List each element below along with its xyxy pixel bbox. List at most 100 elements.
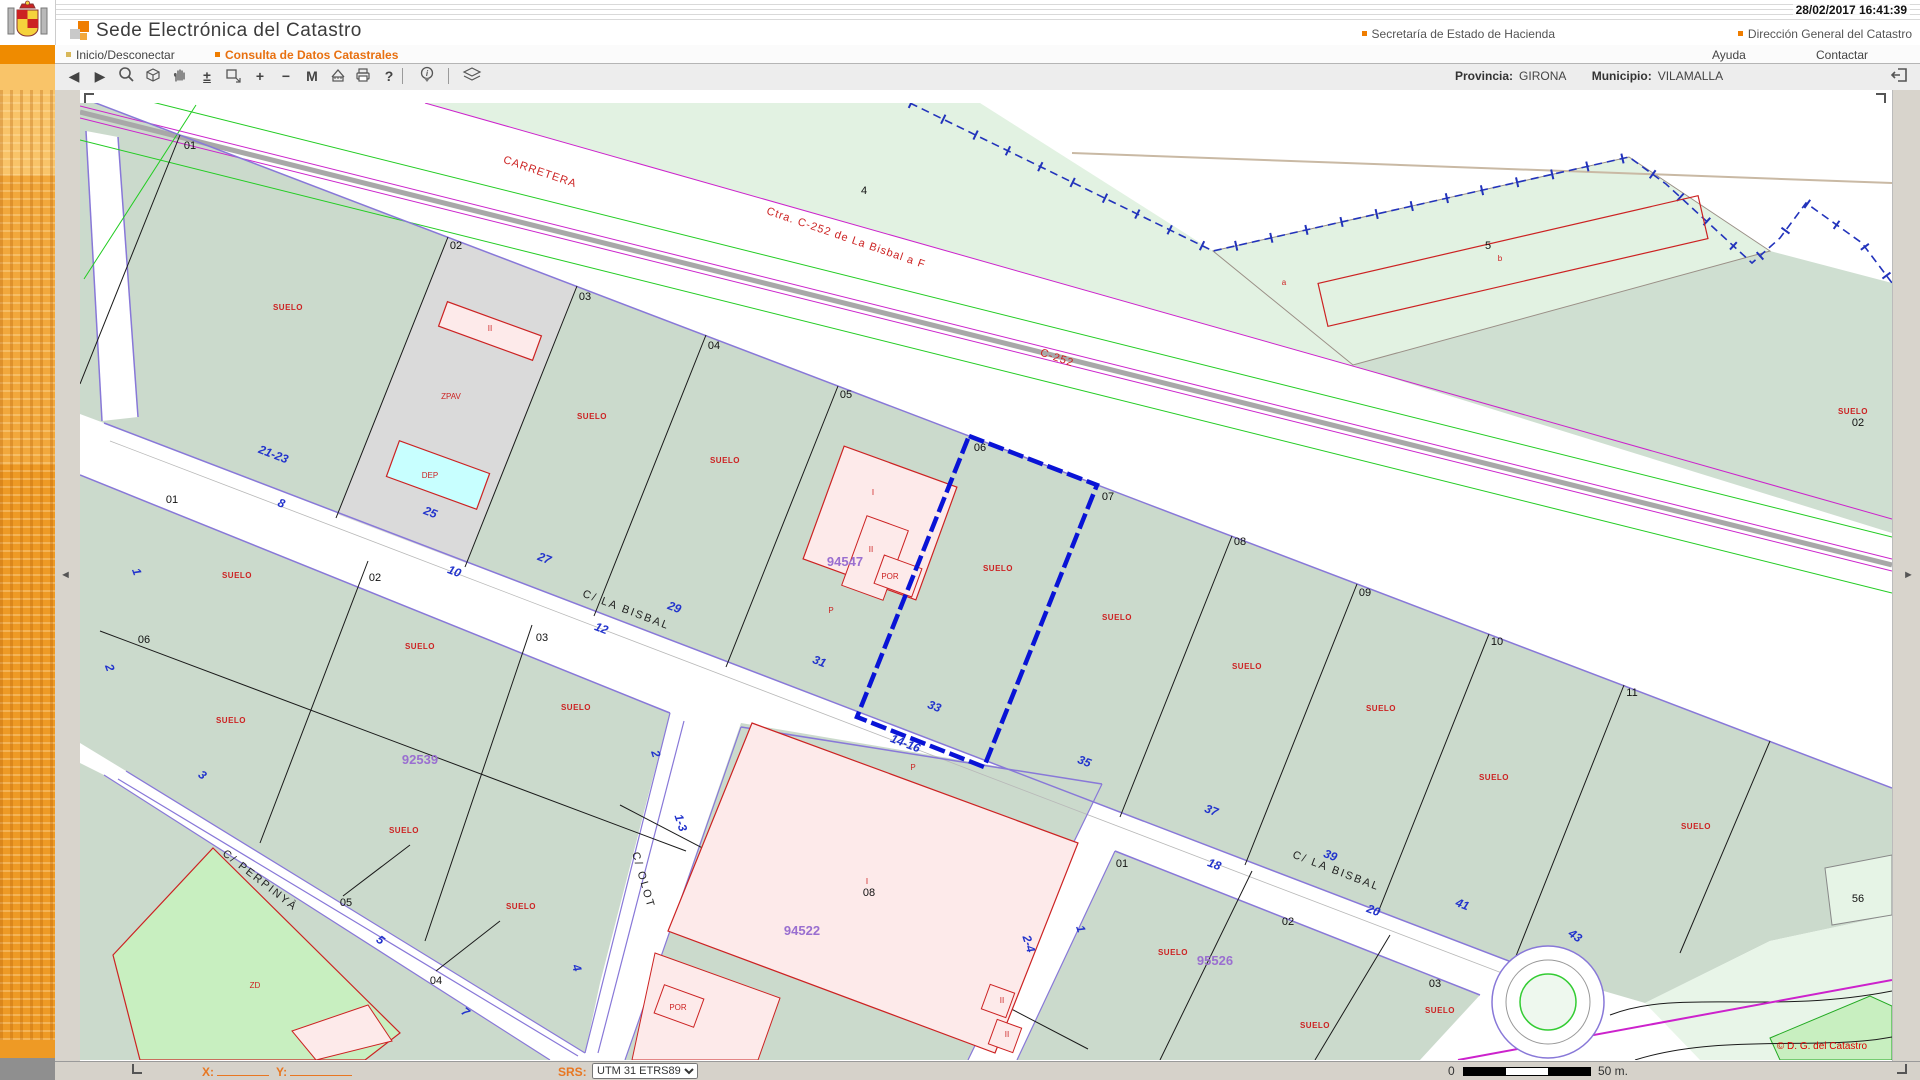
header-stripes	[0, 0, 1920, 22]
zoom-out-button[interactable]: −	[274, 66, 298, 87]
scalebar-max: 50 m.	[1598, 1064, 1628, 1078]
map-label: SUELO	[1838, 407, 1868, 416]
map-label: 04	[708, 340, 720, 352]
y-value-blank	[290, 1065, 352, 1076]
map-label: 01	[1116, 858, 1128, 870]
map-label: 8	[276, 496, 288, 512]
map-label: 56	[1852, 893, 1864, 905]
map-label: C/ OLOT	[629, 851, 657, 910]
measure-icon[interactable]	[326, 66, 350, 87]
map-label: 01	[184, 140, 196, 152]
map-label: SUELO	[506, 902, 536, 911]
zoom-scale-button[interactable]: ±	[195, 66, 219, 87]
srs-label: SRS:	[558, 1065, 587, 1079]
x-value-blank	[217, 1065, 269, 1076]
map-label: SUELO	[1425, 1006, 1455, 1015]
print-icon[interactable]	[351, 66, 375, 87]
map-label: SUELO	[273, 303, 303, 312]
pan-box-icon[interactable]	[141, 66, 165, 87]
layers-icon[interactable]	[460, 66, 484, 87]
toolbar-separator	[402, 68, 403, 84]
menu-consulta-datos[interactable]: Consulta de Datos Catastrales	[215, 48, 398, 62]
menu-contactar[interactable]: Contactar	[1816, 48, 1868, 62]
full-map-button[interactable]: M	[300, 66, 324, 87]
provincia-value: GIRONA	[1519, 69, 1566, 83]
map-label: SUELO	[222, 571, 252, 580]
map-label: 08	[1234, 536, 1246, 548]
bullet-icon	[1362, 31, 1367, 36]
map-label: 92539	[402, 752, 438, 767]
map-label: 08	[863, 887, 875, 899]
back-button[interactable]: ◀	[62, 66, 86, 87]
zoom-window-icon[interactable]	[221, 66, 245, 87]
scalebar	[1463, 1067, 1591, 1076]
map-label: POR	[881, 572, 899, 581]
map-label: POR	[669, 1003, 687, 1012]
map-label: 07	[1102, 491, 1114, 503]
map-label: SUELO	[1300, 1021, 1330, 1030]
zoom-in-button[interactable]: +	[248, 66, 272, 87]
bullet-icon	[66, 52, 71, 57]
map-label: II	[488, 324, 492, 333]
map-label: II	[1005, 1030, 1009, 1039]
menu-ayuda[interactable]: Ayuda	[1712, 48, 1746, 62]
bullet-icon	[215, 52, 220, 57]
exit-icon[interactable]	[1890, 67, 1908, 88]
map-label: DEP	[422, 471, 438, 480]
sidebar-image	[0, 45, 55, 1080]
map-label: SUELO	[1479, 773, 1509, 782]
map-label: 03	[536, 632, 548, 644]
coord-x: X: Y:	[202, 1065, 352, 1079]
map-label: 02	[1852, 417, 1864, 429]
catastro-viewer-window: 28/02/2017 16:41:39 Sede Electrónica del…	[0, 0, 1920, 1080]
map-label: SUELO	[216, 716, 246, 725]
map-label: 04	[430, 975, 442, 987]
map-label: 18	[1206, 855, 1224, 873]
map-label: SUELO	[577, 412, 607, 421]
map-label: P	[910, 763, 915, 772]
map-label: 02	[369, 572, 381, 584]
map-label: SUELO	[710, 456, 740, 465]
link-secretaria-hacienda[interactable]: Secretaría de Estado de Hacienda	[1362, 27, 1555, 41]
map-corner-mark	[1876, 93, 1886, 103]
municipio-value: VILAMALLA	[1658, 69, 1723, 83]
map-label: 1-3	[671, 812, 690, 833]
map-label: 5	[1485, 240, 1491, 252]
search-icon[interactable]	[114, 66, 138, 87]
map-label: SUELO	[1158, 948, 1188, 957]
map-label: SUELO	[1232, 662, 1262, 671]
map-label: 94547	[827, 554, 863, 569]
map-label: ZD	[250, 981, 261, 990]
pan-hand-icon[interactable]	[168, 66, 192, 87]
map-label: ZPAV	[441, 392, 461, 401]
map-label: SUELO	[1681, 822, 1711, 831]
map-label: P	[828, 606, 833, 615]
map-corner-mark	[84, 93, 94, 103]
link-dgc[interactable]: Dirección General del Catastro	[1738, 27, 1912, 41]
municipio-label: Municipio:	[1592, 69, 1652, 83]
map-label: © D. G. del Catastro	[1777, 1041, 1868, 1052]
map-corner-mark	[132, 1064, 142, 1074]
map-label: 05	[840, 389, 852, 401]
forward-button[interactable]: ▶	[88, 66, 112, 87]
map-label: SUELO	[389, 826, 419, 835]
pan-right-chevron[interactable]: ►	[1903, 570, 1914, 580]
map-label: 10	[446, 562, 464, 580]
help-button[interactable]: ?	[377, 66, 401, 87]
map-label: SUELO	[405, 642, 435, 651]
map-label: 03	[579, 291, 591, 303]
menu-inicio-desconectar[interactable]: Inicio/Desconectar	[66, 48, 175, 62]
map-label: 12	[593, 619, 611, 637]
info-point-icon[interactable]: i	[415, 66, 439, 87]
map-canvas[interactable]: CARRETERACtra. C-252 de La Bisbal a FC-2…	[80, 90, 1892, 1061]
sec-logo-icon	[70, 21, 94, 43]
map-label: 09	[1359, 587, 1371, 599]
map-label: II	[869, 545, 873, 554]
map-label: 01	[166, 494, 178, 506]
map-label: CARRETERA	[502, 154, 579, 190]
toolbar-separator	[448, 68, 449, 84]
cadastral-map[interactable]: CARRETERACtra. C-252 de La Bisbal a FC-2…	[80, 103, 1892, 1060]
srs-select[interactable]: UTM 31 ETRS89	[592, 1063, 698, 1079]
map-label: SUELO	[1102, 613, 1132, 622]
pan-left-chevron[interactable]: ◄	[60, 570, 71, 580]
